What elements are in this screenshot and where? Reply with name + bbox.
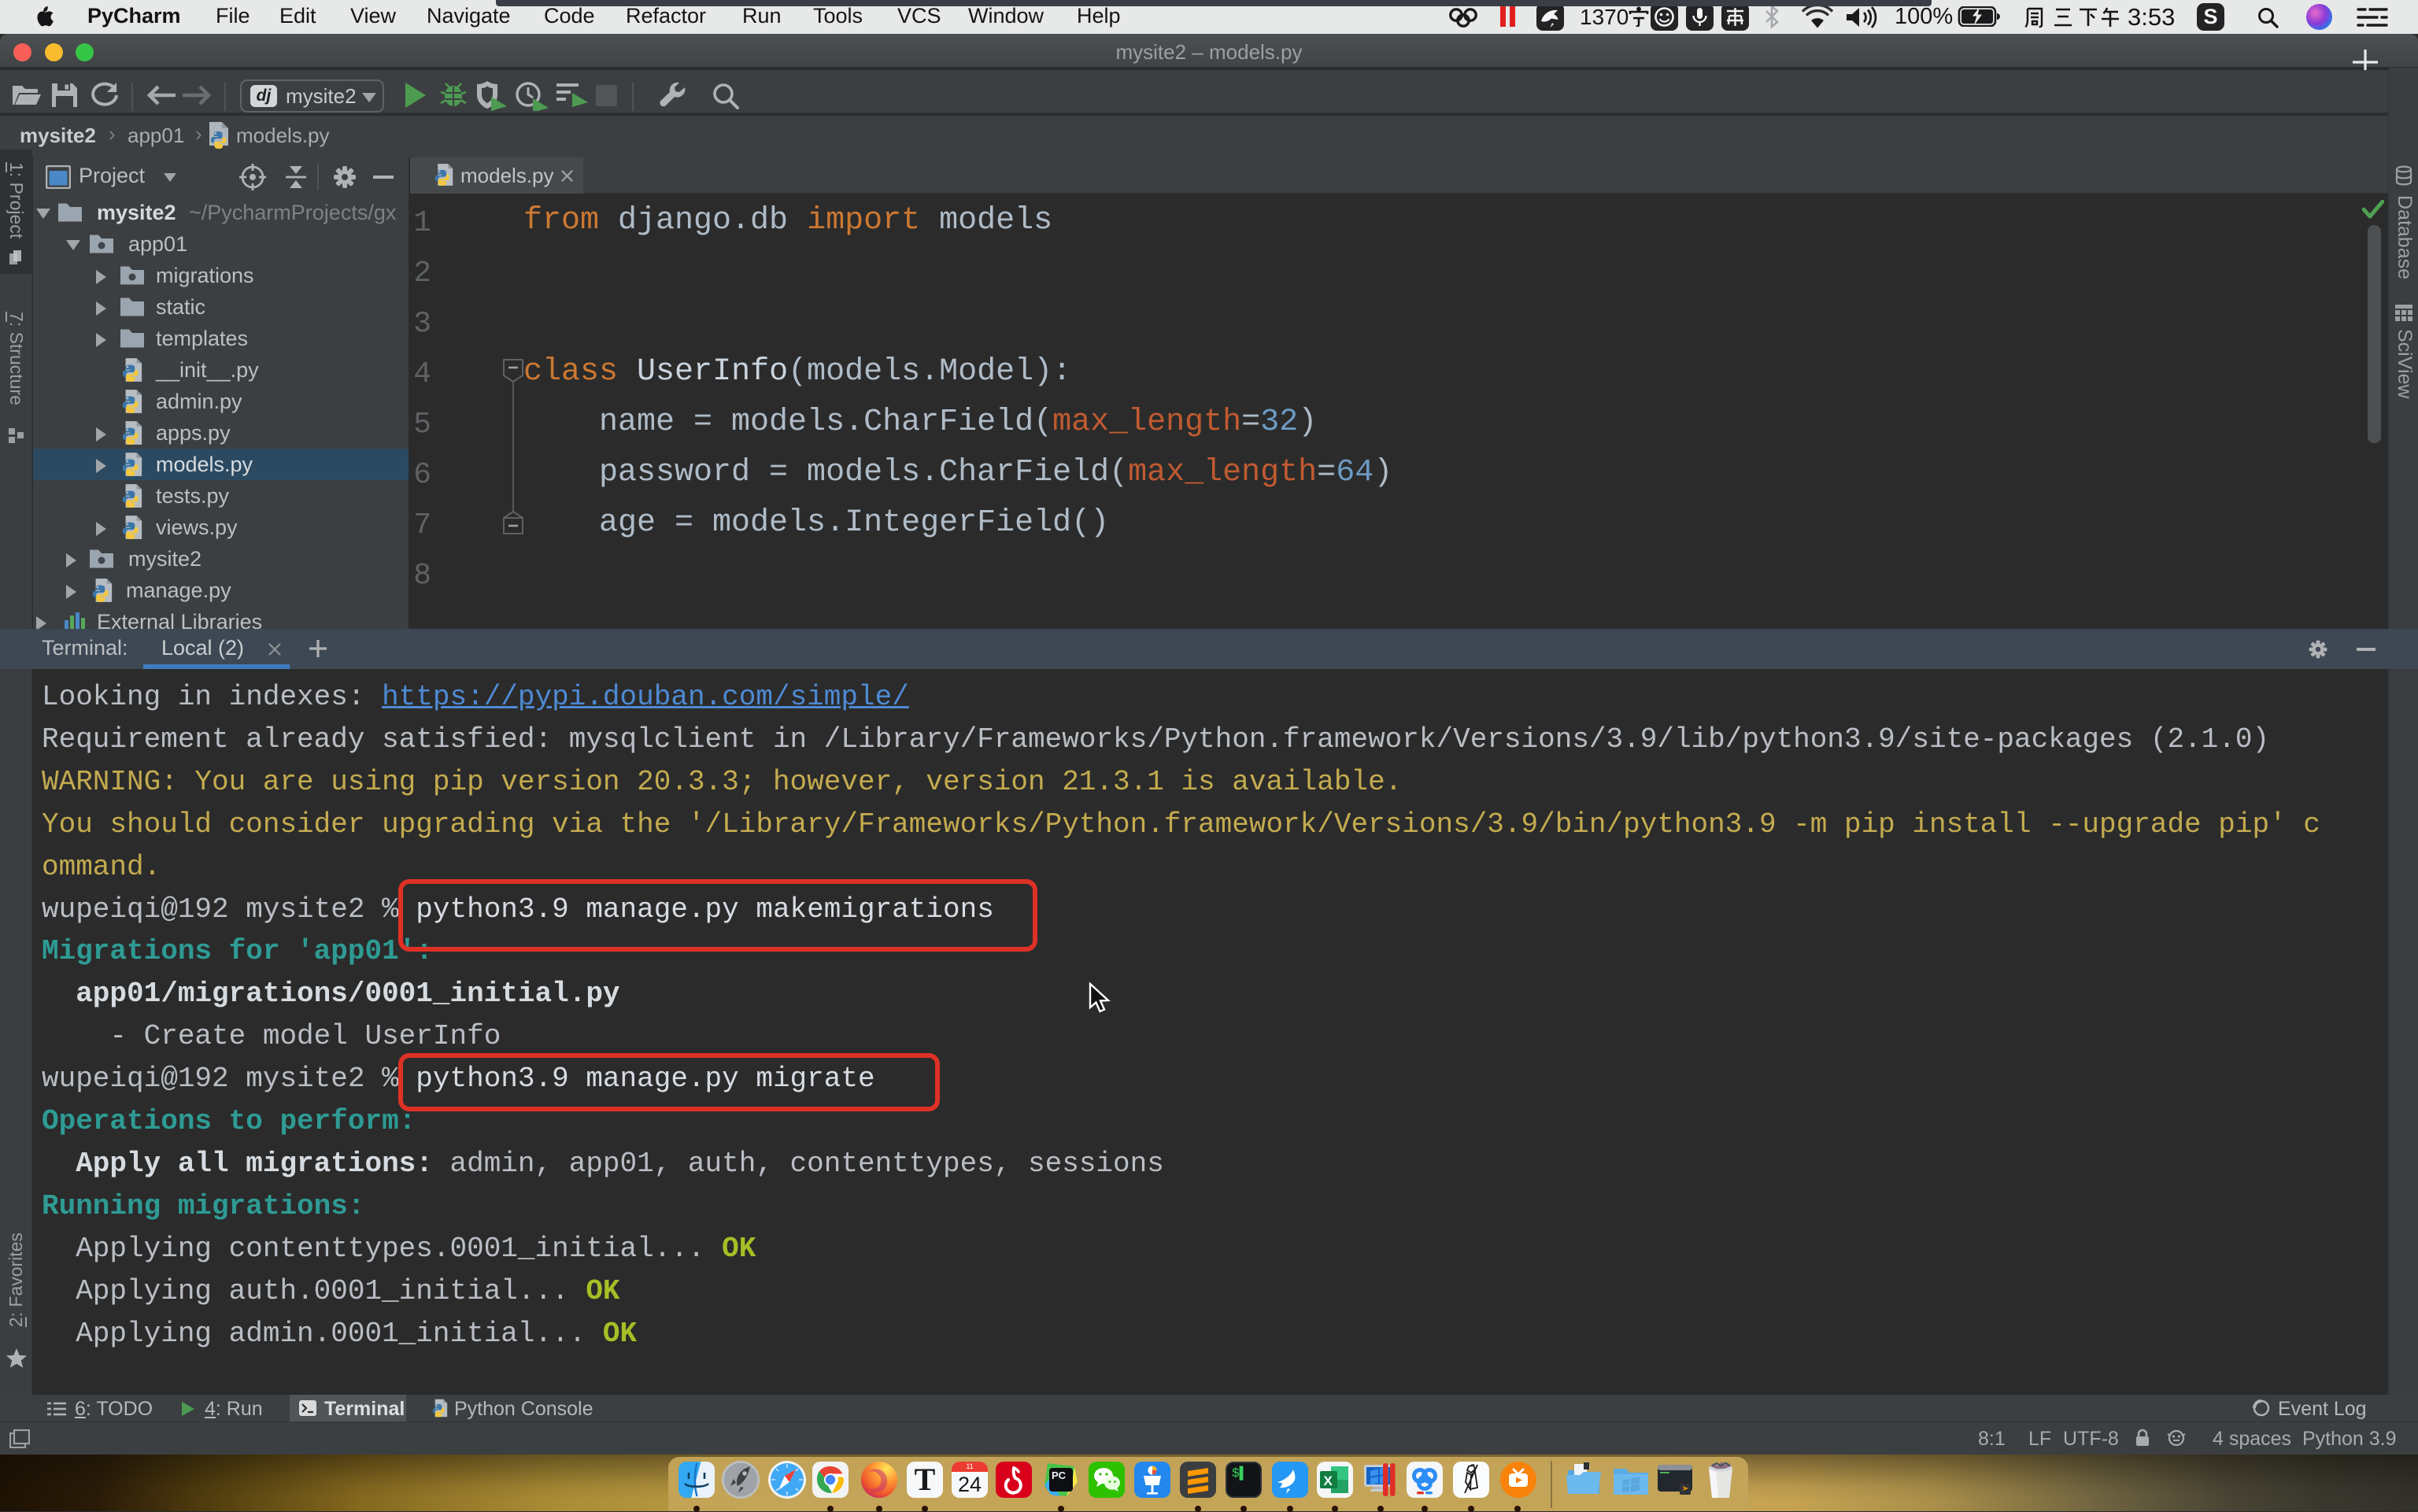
svg-text:PC: PC <box>1052 1469 1067 1481</box>
svg-text:X: X <box>1324 1473 1333 1488</box>
